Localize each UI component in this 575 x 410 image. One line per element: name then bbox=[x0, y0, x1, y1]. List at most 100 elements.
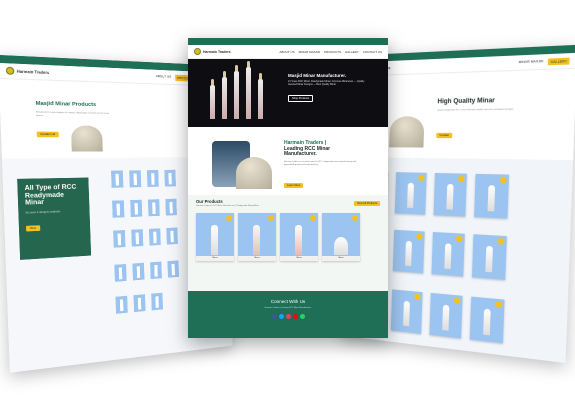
mini-card[interactable] bbox=[130, 199, 143, 218]
view-all-products-button[interactable]: View All Products bbox=[354, 200, 380, 206]
hero-text: Masjid Minar Manufacturer. 21 Years RCC … bbox=[288, 73, 368, 104]
minaret-image bbox=[253, 225, 260, 255]
menu-item-about[interactable]: ABOUT US bbox=[156, 73, 172, 80]
card-caption: Minar bbox=[196, 256, 234, 261]
products-title: Our Products bbox=[196, 199, 223, 204]
product-card[interactable]: Minar bbox=[196, 213, 234, 261]
mini-card[interactable] bbox=[151, 292, 163, 311]
hero-banner: Masjid Minar Manufacturer. 21 Years RCC … bbox=[188, 59, 388, 127]
mini-card[interactable] bbox=[147, 199, 160, 217]
mini-card[interactable] bbox=[129, 170, 142, 188]
mini-card[interactable] bbox=[165, 198, 177, 216]
mini-card[interactable] bbox=[111, 170, 124, 188]
product-card[interactable] bbox=[471, 234, 507, 280]
product-card[interactable] bbox=[474, 173, 510, 219]
minaret-image bbox=[211, 225, 218, 255]
product-card[interactable] bbox=[429, 292, 463, 339]
badge-icon bbox=[226, 215, 232, 221]
youtube-icon[interactable] bbox=[292, 313, 298, 319]
minaret-image bbox=[210, 79, 215, 119]
product-card[interactable]: Minar bbox=[322, 213, 360, 261]
about-section: Harmain Traders | Leading RCC Minar Manu… bbox=[188, 127, 388, 195]
product-card[interactable] bbox=[394, 172, 427, 215]
hero-desc: 21 Years RCC Minar, Readymade Minar, Con… bbox=[288, 80, 365, 86]
center-menu: ABOUT US MINAR MASJID PRODUCTS GALLERY C… bbox=[279, 50, 382, 54]
right-contact-button[interactable]: Contact bbox=[436, 132, 453, 139]
mini-card[interactable] bbox=[167, 260, 180, 278]
left-title: Masjid Minar Products bbox=[35, 100, 97, 109]
dome-image bbox=[236, 157, 272, 189]
products-header: Our Products Harmain Traders | RCC Minar… bbox=[196, 199, 380, 207]
right-menu: MINAR MASJID GALLERY bbox=[518, 57, 570, 66]
right-desc: Quality readymade RCC minar built with d… bbox=[437, 108, 514, 112]
social-icons bbox=[188, 313, 388, 319]
mini-card[interactable] bbox=[150, 261, 162, 280]
product-card[interactable]: Minar bbox=[238, 213, 276, 261]
dome-image bbox=[389, 116, 425, 148]
logo-icon bbox=[5, 66, 15, 75]
badge-icon bbox=[268, 215, 274, 221]
footer: Connect With Us Harmain Traders | Leadin… bbox=[188, 291, 388, 338]
mini-card[interactable] bbox=[166, 227, 178, 245]
menu-item-about[interactable]: ABOUT US bbox=[279, 50, 294, 54]
product-card[interactable] bbox=[431, 231, 465, 277]
card-caption: Minar bbox=[238, 256, 276, 261]
product-card[interactable]: Minar bbox=[280, 213, 318, 261]
about-title: Harmain Traders | Leading RCC Minar Manu… bbox=[284, 140, 354, 158]
mini-card[interactable] bbox=[132, 262, 145, 281]
mini-card[interactable] bbox=[146, 170, 159, 187]
products-sub: Harmain Traders | RCC Minar Manufacturer… bbox=[196, 205, 260, 207]
mini-card[interactable] bbox=[113, 230, 126, 248]
minaret-image bbox=[234, 65, 239, 119]
product-card[interactable] bbox=[433, 172, 467, 217]
dome-image bbox=[334, 237, 348, 255]
left-logo[interactable]: Harmain Traders bbox=[5, 66, 50, 77]
menu-item-gallery[interactable]: GALLERY bbox=[345, 50, 359, 54]
menu-item-contact[interactable]: CONTACT US bbox=[363, 50, 382, 54]
left-contact-button[interactable]: Contact Us bbox=[36, 131, 59, 138]
dome-image bbox=[70, 125, 103, 152]
whatsapp-icon[interactable] bbox=[299, 313, 305, 319]
center-nav: Harmain Traders ABOUT US MINAR MASJID PR… bbox=[188, 45, 388, 59]
logo-text: Harmain Traders bbox=[203, 49, 231, 54]
promo-button[interactable]: View bbox=[25, 224, 40, 231]
card-caption: Minar bbox=[322, 256, 360, 261]
mini-card[interactable] bbox=[115, 295, 128, 314]
footer-text: Harmain Traders | Leading RCC Minar Manu… bbox=[264, 307, 312, 309]
mini-card[interactable] bbox=[114, 263, 127, 282]
minaret-image bbox=[258, 73, 263, 119]
twitter-icon[interactable] bbox=[278, 313, 284, 319]
badge-icon bbox=[310, 215, 316, 221]
instagram-icon[interactable] bbox=[285, 313, 291, 319]
minaret-image bbox=[246, 61, 251, 119]
left-promo-box: All Type of RCC Readymade Minar All size… bbox=[17, 177, 92, 260]
footer-title: Connect With Us bbox=[270, 299, 306, 304]
about-text: Harmain Traders is a trusted name for RC… bbox=[284, 161, 357, 166]
mini-card[interactable] bbox=[133, 294, 146, 313]
center-logo[interactable]: Harmain Traders bbox=[194, 48, 231, 55]
badge-icon bbox=[352, 215, 358, 221]
mini-card[interactable] bbox=[164, 169, 176, 187]
facebook-icon[interactable] bbox=[271, 313, 277, 319]
menu-item-gallery[interactable]: GALLERY bbox=[548, 57, 570, 65]
about-title-line3: Manufacturer. bbox=[284, 151, 317, 157]
menu-item-minar[interactable]: MINAR MASJID bbox=[518, 58, 543, 66]
minaret-image bbox=[295, 225, 302, 255]
shop-products-button[interactable]: Shop Products bbox=[288, 95, 314, 102]
menu-item-products[interactable]: PRODUCTS bbox=[324, 50, 341, 54]
mini-card[interactable] bbox=[148, 228, 161, 246]
logo-text: Harmain Traders bbox=[16, 68, 50, 75]
mini-card[interactable] bbox=[112, 200, 125, 218]
center-page-preview: Harmain Traders ABOUT US MINAR MASJID PR… bbox=[188, 38, 388, 338]
mini-card[interactable] bbox=[131, 229, 144, 247]
product-card[interactable] bbox=[469, 296, 505, 344]
product-cards: Minar Minar Minar Minar bbox=[196, 213, 380, 261]
minaret-image bbox=[222, 71, 227, 119]
products-section: Our Products Harmain Traders | RCC Minar… bbox=[188, 195, 388, 291]
learn-more-button[interactable]: Learn More bbox=[284, 183, 304, 188]
menu-item-minar[interactable]: MINAR MASJID bbox=[299, 50, 321, 54]
right-title: High Quality Minar bbox=[437, 97, 495, 106]
product-card[interactable] bbox=[390, 289, 423, 334]
product-card[interactable] bbox=[392, 229, 425, 274]
center-topbar bbox=[188, 38, 388, 45]
